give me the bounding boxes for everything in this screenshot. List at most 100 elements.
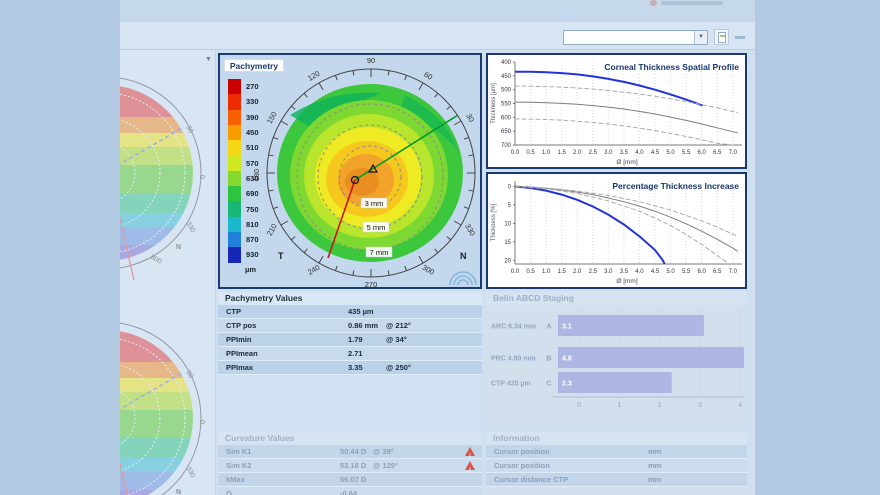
row-value: 50.44 D: [340, 445, 366, 459]
svg-text:PRC 4.80 mm: PRC 4.80 mm: [491, 356, 536, 363]
nasal-label: N: [460, 251, 467, 261]
svg-text:3.5: 3.5: [620, 150, 629, 156]
table-row: Cursor distance CTP mm: [486, 473, 747, 487]
row-value: -0.64: [340, 487, 357, 495]
row-label: PPImax: [226, 361, 253, 375]
information-header: Information: [486, 432, 747, 445]
title-strip: [120, 0, 755, 22]
scroll-down-arrow-icon[interactable]: ▼: [205, 56, 212, 63]
svg-text:7.0: 7.0: [729, 269, 738, 275]
information-panel: Information Cursor position mm Cursor posi…: [486, 432, 747, 495]
svg-text:0: 0: [577, 402, 581, 409]
chevron-down-icon[interactable]: ▼: [694, 31, 707, 44]
svg-text:15: 15: [504, 240, 511, 246]
scale-label: 390: [246, 113, 259, 122]
svg-text:CTP 435 µm: CTP 435 µm: [491, 381, 531, 388]
svg-text:270: 270: [365, 280, 378, 287]
svg-text:5.5: 5.5: [682, 269, 691, 275]
svg-text:10: 10: [504, 221, 511, 227]
scale-step: 270: [228, 79, 259, 94]
svg-text:4.5: 4.5: [651, 269, 660, 275]
scale-color-segment: [228, 247, 241, 262]
scale-label: 510: [246, 143, 259, 152]
belin-bar-A: [558, 315, 704, 336]
svg-text:2.3: 2.3: [562, 381, 572, 388]
svg-text:5.0: 5.0: [666, 269, 675, 275]
svg-text:0: 0: [198, 420, 205, 424]
scale-step: 390: [228, 110, 259, 125]
scale-label: 690: [246, 189, 259, 198]
belin-bar-chart: 3.1AARC 6.34 mm4.8BPRC 4.80 mm2.3CCTP 43…: [486, 305, 745, 427]
svg-text:6.5: 6.5: [713, 150, 722, 156]
svg-text:2: 2: [658, 402, 662, 409]
background-topography-map-bottom: 300330300N: [120, 300, 215, 495]
svg-text:90: 90: [367, 56, 375, 65]
row-value: mm: [648, 473, 661, 487]
pachymetry-map-panel[interactable]: Pachymetry 27033039045051057063069075081…: [218, 53, 482, 289]
table-row: CTP pos0.86 mm@ 212°: [218, 319, 482, 333]
pachymetry-values-table: CTP435 µmCTP pos0.86 mm@ 212°PPImin1.79@…: [218, 305, 482, 375]
scale-label: 930: [246, 250, 259, 259]
pachymetry-color-map[interactable]: 0306090120150180210240270300330 3 mm5 mm…: [220, 55, 480, 287]
svg-text:4.8: 4.8: [562, 356, 572, 363]
scale-color-segment: [228, 140, 241, 155]
svg-text:0.0: 0.0: [511, 269, 520, 275]
table-row: CTP435 µm: [218, 305, 482, 319]
table-row: Sim K150.44 D@ 39°: [218, 445, 482, 459]
display-dropdown[interactable]: ▼: [563, 30, 708, 45]
scale-color-segment: [228, 201, 241, 216]
svg-text:600: 600: [501, 115, 512, 121]
table-row: PPImin1.79@ 34°: [218, 333, 482, 347]
pachymetry-scale: 270330390450510570630690750810870930µm: [228, 79, 259, 274]
svg-text:2.0: 2.0: [573, 150, 582, 156]
svg-text:5.5: 5.5: [682, 150, 691, 156]
svg-text:A: A: [546, 322, 552, 331]
row-value: 0.86 mm: [348, 319, 378, 333]
belin-bar-C: [558, 372, 672, 393]
svg-text:7 mm: 7 mm: [370, 248, 389, 257]
pachymetry-values-header: Pachymetry Values: [218, 292, 482, 305]
scale-step: 330: [228, 94, 259, 109]
table-row: Q-0.64: [218, 487, 482, 495]
row-value: 1.79: [348, 333, 363, 347]
svg-text:Thickness [%]: Thickness [%]: [491, 204, 497, 242]
table-row: PPImax3.35@ 250°: [218, 361, 482, 375]
svg-text:30: 30: [464, 112, 476, 124]
belin-bar-B: [558, 347, 744, 368]
svg-text:330: 330: [463, 222, 477, 237]
svg-text:Ø [mm]: Ø [mm]: [616, 278, 637, 285]
table-row: Sim K253.18 D@ 129°: [218, 459, 482, 473]
percentage-thickness-increase-chart: 051015200.00.51.01.52.02.53.03.54.04.55.…: [486, 172, 747, 289]
row-angle: @ 39°: [373, 445, 394, 459]
scale-label: 630: [246, 174, 259, 183]
svg-text:650: 650: [501, 129, 512, 135]
svg-text:3 mm: 3 mm: [365, 199, 384, 208]
warning-icon: [465, 447, 475, 456]
row-label: Cursor position: [494, 445, 550, 459]
row-label: CTP pos: [226, 319, 256, 333]
svg-text:3.5: 3.5: [620, 269, 629, 275]
minimize-icon[interactable]: [735, 36, 745, 39]
scale-unit: µm: [245, 265, 259, 274]
svg-text:0: 0: [508, 185, 512, 191]
svg-text:N: N: [176, 244, 181, 251]
svg-text:5 mm: 5 mm: [367, 223, 386, 232]
row-label: Cursor position: [494, 459, 550, 473]
svg-text:0.5: 0.5: [526, 269, 535, 275]
row-value: 2.71: [348, 347, 363, 361]
row-label: kMax: [226, 473, 245, 487]
svg-text:Ø [mm]: Ø [mm]: [616, 159, 637, 166]
scale-label: 330: [246, 97, 259, 106]
curvature-values-panel: Curvature Values Sim K150.44 D@ 39°Sim K…: [218, 432, 482, 495]
curvature-values-header: Curvature Values: [218, 432, 482, 445]
svg-text:1.5: 1.5: [557, 269, 566, 275]
row-value: 3.35: [348, 361, 363, 375]
row-value: 56.07 D: [340, 473, 366, 487]
svg-text:210: 210: [265, 222, 279, 237]
svg-text:1.0: 1.0: [542, 150, 551, 156]
svg-text:B: B: [546, 354, 552, 363]
row-angle: @ 34°: [386, 333, 407, 347]
svg-text:330: 330: [184, 221, 196, 235]
row-label: Cursor distance CTP: [494, 473, 568, 487]
report-button[interactable]: [714, 29, 729, 45]
